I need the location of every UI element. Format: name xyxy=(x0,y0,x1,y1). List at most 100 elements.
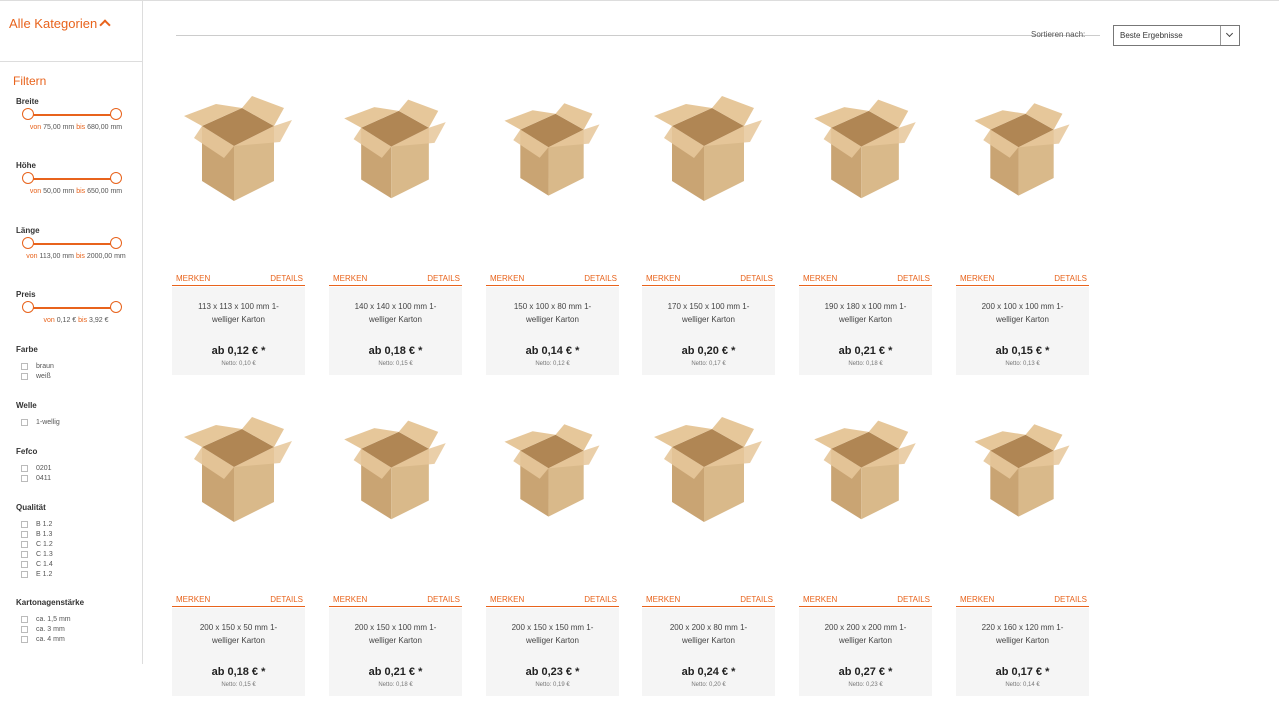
details-link[interactable]: DETAILS xyxy=(427,595,460,604)
product-image[interactable] xyxy=(799,46,932,261)
merken-link[interactable]: MERKEN xyxy=(803,274,837,283)
checkbox[interactable] xyxy=(21,362,28,370)
product-image[interactable] xyxy=(329,46,462,261)
details-link[interactable]: DETAILS xyxy=(897,595,930,604)
merken-link[interactable]: MERKEN xyxy=(490,274,524,283)
checkbox[interactable] xyxy=(21,520,28,528)
checkbox[interactable] xyxy=(21,540,28,548)
product-name[interactable]: 200 x 150 x 50 mm 1- welliger Karton xyxy=(186,621,291,647)
filter-option[interactable]: braun xyxy=(16,361,126,371)
product-image[interactable] xyxy=(329,367,462,582)
product-card[interactable]: MERKEN DETAILS 200 x 200 x 200 mm 1- well… xyxy=(799,367,932,696)
product-name[interactable]: 140 x 140 x 100 mm 1- welliger Karton xyxy=(343,300,448,326)
details-link[interactable]: DETAILS xyxy=(1054,274,1087,283)
filter-option[interactable]: ca. 3 mm xyxy=(16,624,126,634)
details-link[interactable]: DETAILS xyxy=(897,274,930,283)
product-name[interactable]: 200 x 200 x 80 mm 1- welliger Karton xyxy=(656,621,761,647)
filter-option[interactable]: ca. 4 mm xyxy=(16,634,126,644)
product-name[interactable]: 113 x 113 x 100 mm 1- welliger Karton xyxy=(186,300,291,326)
checkbox[interactable] xyxy=(21,635,28,643)
chevron-down-icon[interactable] xyxy=(1225,29,1234,38)
range-min-handle[interactable] xyxy=(22,301,34,313)
product-name[interactable]: 170 x 150 x 100 mm 1- welliger Karton xyxy=(656,300,761,326)
details-link[interactable]: DETAILS xyxy=(584,274,617,283)
range-min-handle[interactable] xyxy=(22,108,34,120)
range-min-handle[interactable] xyxy=(22,172,34,184)
filter-option[interactable]: C 1.3 xyxy=(16,549,126,559)
checkbox[interactable] xyxy=(21,615,28,623)
checkbox[interactable] xyxy=(21,474,28,482)
product-name[interactable]: 150 x 100 x 80 mm 1- welliger Karton xyxy=(500,300,605,326)
range-min-handle[interactable] xyxy=(22,237,34,249)
merken-link[interactable]: MERKEN xyxy=(176,595,210,604)
product-card[interactable]: MERKEN DETAILS 170 x 150 x 100 mm 1- well… xyxy=(642,46,775,375)
product-card[interactable]: MERKEN DETAILS 200 x 100 x 100 mm 1- well… xyxy=(956,46,1089,375)
product-image[interactable] xyxy=(642,367,775,582)
product-name[interactable]: 200 x 150 x 100 mm 1- welliger Karton xyxy=(343,621,448,647)
range-max-handle[interactable] xyxy=(110,301,122,313)
filter-option[interactable]: B 1.3 xyxy=(16,529,126,539)
filter-option[interactable]: 0411 xyxy=(16,473,126,483)
filter-option[interactable]: C 1.4 xyxy=(16,559,126,569)
merken-link[interactable]: MERKEN xyxy=(176,274,210,283)
product-card[interactable]: MERKEN DETAILS 140 x 140 x 100 mm 1- well… xyxy=(329,46,462,375)
product-image[interactable] xyxy=(956,46,1089,261)
merken-link[interactable]: MERKEN xyxy=(960,274,994,283)
checkbox[interactable] xyxy=(21,464,28,472)
merken-link[interactable]: MERKEN xyxy=(646,274,680,283)
product-card[interactable]: MERKEN DETAILS 200 x 150 x 50 mm 1- welli… xyxy=(172,367,305,696)
details-link[interactable]: DETAILS xyxy=(270,595,303,604)
details-link[interactable]: DETAILS xyxy=(270,274,303,283)
product-card[interactable]: MERKEN DETAILS 150 x 100 x 80 mm 1- welli… xyxy=(486,46,619,375)
product-image[interactable] xyxy=(172,46,305,261)
filter-option[interactable]: weiß xyxy=(16,371,126,381)
sort-select[interactable]: Beste Ergebnisse xyxy=(1113,25,1240,46)
filter-option[interactable]: B 1.2 xyxy=(16,519,126,529)
checkbox[interactable] xyxy=(21,625,28,633)
product-name[interactable]: 200 x 100 x 100 mm 1- welliger Karton xyxy=(970,300,1075,326)
filter-option[interactable]: 0201 xyxy=(16,463,126,473)
product-name[interactable]: 220 x 160 x 120 mm 1- welliger Karton xyxy=(970,621,1075,647)
checkbox[interactable] xyxy=(21,530,28,538)
product-name[interactable]: 190 x 180 x 100 mm 1- welliger Karton xyxy=(813,300,918,326)
checkbox[interactable] xyxy=(21,560,28,568)
product-image[interactable] xyxy=(486,367,619,582)
product-image[interactable] xyxy=(799,367,932,582)
product-image[interactable] xyxy=(486,46,619,261)
product-card[interactable]: MERKEN DETAILS 200 x 150 x 100 mm 1- well… xyxy=(329,367,462,696)
merken-link[interactable]: MERKEN xyxy=(803,595,837,604)
checkbox[interactable] xyxy=(21,570,28,578)
range-max-handle[interactable] xyxy=(110,172,122,184)
product-card[interactable]: MERKEN DETAILS 200 x 150 x 150 mm 1- well… xyxy=(486,367,619,696)
product-image[interactable] xyxy=(172,367,305,582)
details-link[interactable]: DETAILS xyxy=(584,595,617,604)
range-track[interactable] xyxy=(28,307,116,309)
range-track[interactable] xyxy=(28,114,116,116)
product-card[interactable]: MERKEN DETAILS 220 x 160 x 120 mm 1- well… xyxy=(956,367,1089,696)
range-max-handle[interactable] xyxy=(110,237,122,249)
merken-link[interactable]: MERKEN xyxy=(960,595,994,604)
details-link[interactable]: DETAILS xyxy=(740,274,773,283)
product-name[interactable]: 200 x 150 x 150 mm 1- welliger Karton xyxy=(500,621,605,647)
merken-link[interactable]: MERKEN xyxy=(333,274,367,283)
range-track[interactable] xyxy=(28,243,116,245)
checkbox[interactable] xyxy=(21,550,28,558)
filter-option[interactable]: E 1.2 xyxy=(16,569,126,579)
range-max-handle[interactable] xyxy=(110,108,122,120)
product-card[interactable]: MERKEN DETAILS 113 x 113 x 100 mm 1- well… xyxy=(172,46,305,375)
filter-option[interactable]: ca. 1,5 mm xyxy=(16,614,126,624)
product-card[interactable]: MERKEN DETAILS 190 x 180 x 100 mm 1- well… xyxy=(799,46,932,375)
filter-option[interactable]: 1-wellig xyxy=(16,417,126,427)
range-track[interactable] xyxy=(28,178,116,180)
all-categories-toggle[interactable]: Alle Kategorien xyxy=(9,16,111,31)
product-image[interactable] xyxy=(956,367,1089,582)
filter-option[interactable]: C 1.2 xyxy=(16,539,126,549)
merken-link[interactable]: MERKEN xyxy=(333,595,367,604)
checkbox[interactable] xyxy=(21,418,28,426)
product-card[interactable]: MERKEN DETAILS 200 x 200 x 80 mm 1- welli… xyxy=(642,367,775,696)
product-name[interactable]: 200 x 200 x 200 mm 1- welliger Karton xyxy=(813,621,918,647)
details-link[interactable]: DETAILS xyxy=(1054,595,1087,604)
details-link[interactable]: DETAILS xyxy=(740,595,773,604)
checkbox[interactable] xyxy=(21,372,28,380)
merken-link[interactable]: MERKEN xyxy=(490,595,524,604)
